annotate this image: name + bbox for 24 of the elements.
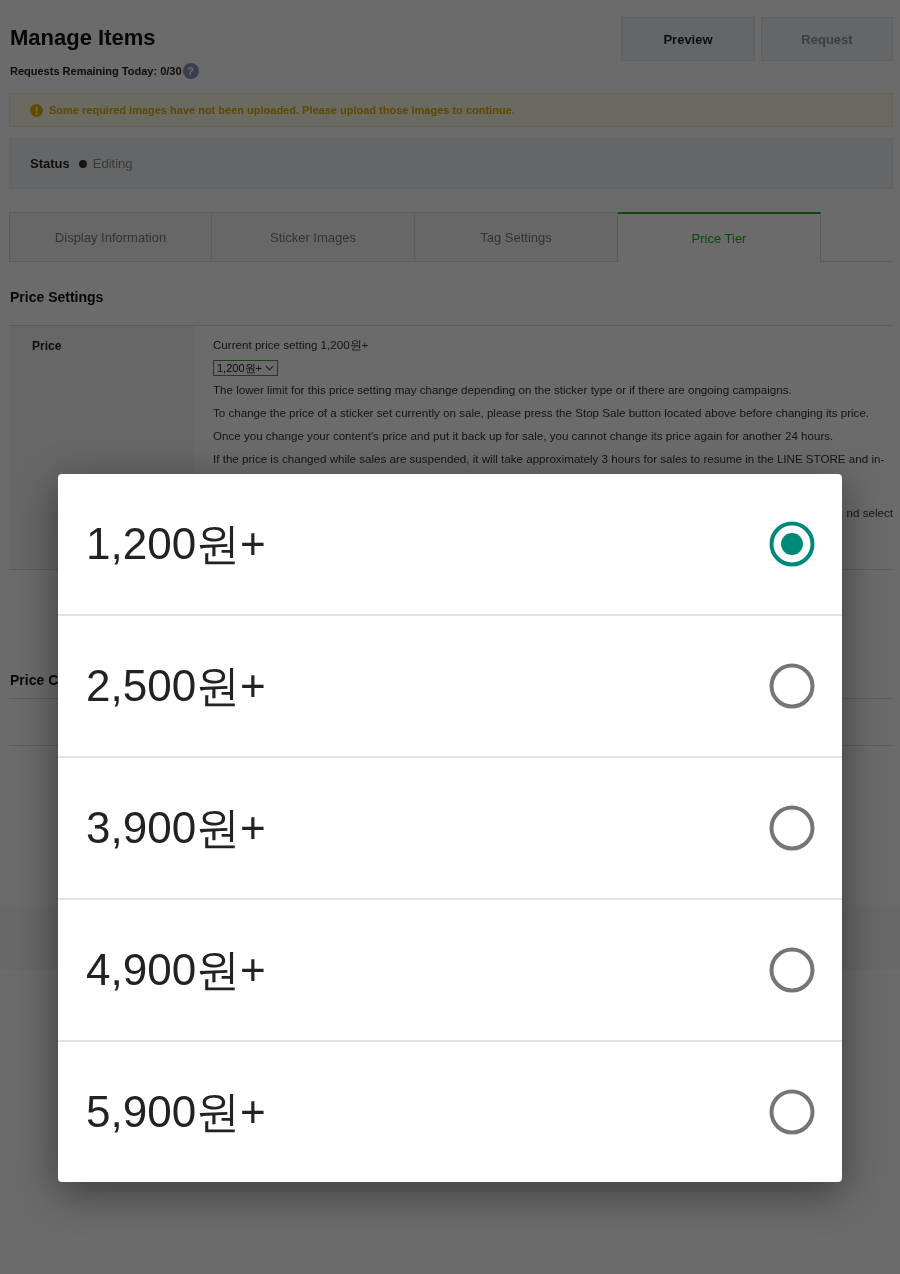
note-text: To change the price of a sticker set currently on sale, please press the Stop Sale button located above before changing its price. bbox=[213, 405, 870, 421]
price-option[interactable]: 3,900원+ bbox=[58, 758, 842, 900]
requests-remaining-text: Requests Remaining Today: 0/30 bbox=[10, 64, 182, 79]
warning-icon bbox=[30, 103, 43, 117]
status-label: Status bbox=[30, 156, 70, 171]
note-text: If the price is changed while sales are suspended, it will take approximately 3 hours for sales to resume in the LINE STORE and in- bbox=[213, 451, 885, 467]
price-dropdown[interactable]: 1,200원+ bbox=[213, 360, 278, 376]
current-price-text: Current price setting 1,200원+ bbox=[213, 337, 369, 353]
section-heading: Price Settings bbox=[10, 288, 104, 307]
section-heading: Price C bbox=[10, 671, 59, 690]
note-text-fragment: nd select bbox=[846, 505, 893, 521]
note-text: The lower limit for this price setting may change depending on the sticker type or if there are ongoing campaigns. bbox=[213, 382, 792, 398]
help-icon[interactable]: ? bbox=[182, 63, 199, 79]
tab[interactable]: Price Tier bbox=[618, 212, 821, 262]
preview-button[interactable]: Preview bbox=[621, 17, 755, 61]
chevron-down-icon bbox=[264, 365, 274, 371]
price-option[interactable]: 2,500원+ bbox=[58, 616, 842, 758]
alert-message: Some required images have not been uploaded. Please upload those images to continue. bbox=[49, 104, 515, 116]
note-text: Once you change your content's price and put it back up for sale, you cannot change its price again for another 24 hours. bbox=[213, 428, 834, 444]
price-option[interactable]: 4,900원+ bbox=[58, 900, 842, 1042]
price-option[interactable]: 5,900원+ bbox=[58, 1042, 842, 1182]
page-title: Manage Items bbox=[10, 24, 157, 52]
status-dot-icon bbox=[78, 159, 87, 168]
price-option[interactable]: 1,200원+ bbox=[58, 474, 842, 616]
